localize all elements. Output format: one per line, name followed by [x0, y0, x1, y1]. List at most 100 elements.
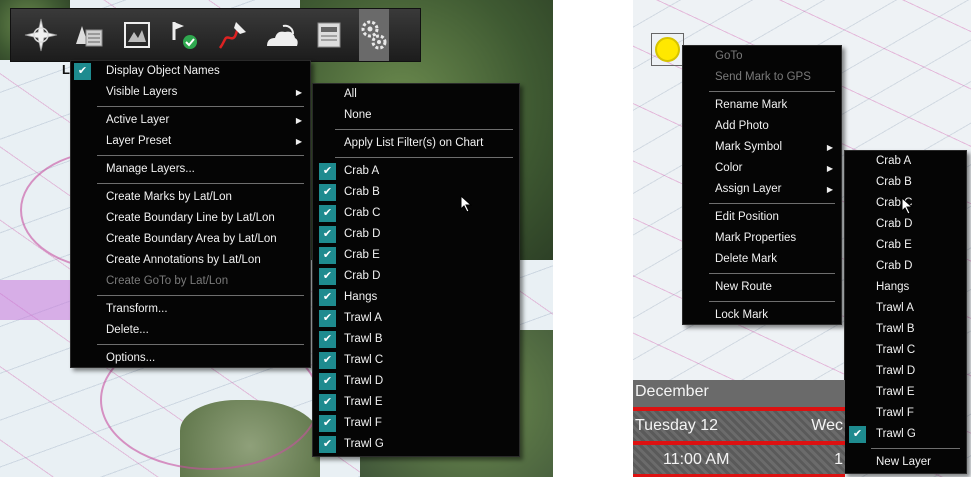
menu-item-label: Edit Position [715, 211, 779, 223]
menu-item-label: Manage Layers... [106, 163, 195, 175]
checkmark-icon: ✔ [319, 352, 336, 369]
assign-layer-item-trawl-d[interactable]: ✔Trawl D [845, 361, 966, 382]
assign-layer-item-crab-d[interactable]: ✔Crab D [845, 214, 966, 235]
layer-item-trawl-g[interactable]: ✔ Trawl G [313, 434, 519, 455]
menu-separator [97, 295, 304, 296]
menu-item-visible-layers[interactable]: ✔Visible Layers▶ [71, 82, 310, 103]
layer-item-trawl-b[interactable]: ✔ Trawl B [313, 329, 519, 350]
menu-item-label: Trawl D [344, 375, 384, 387]
submenu-arrow-icon: ▶ [826, 185, 833, 194]
layer-item-trawl-a[interactable]: ✔ Trawl A [313, 308, 519, 329]
menu-item-display-object-names[interactable]: ✔ Display Object Names [71, 61, 310, 82]
mark-menu-item-assign-layer[interactable]: ✔Assign Layer▶ [683, 179, 841, 200]
assign-layer-item-trawl-g[interactable]: ✔ Trawl G [845, 424, 966, 445]
menu-item-label: Create Boundary Line by Lat/Lon [106, 212, 275, 224]
layer-item-trawl-d[interactable]: ✔ Trawl D [313, 371, 519, 392]
layer-item-hangs[interactable]: ✔ Hangs [313, 287, 519, 308]
menu-separator [97, 183, 304, 184]
menu-separator [709, 301, 835, 302]
mark-menu-item-add-photo[interactable]: ✔Add Photo [683, 116, 841, 137]
menu-item-create-goto-by-lat-lon: ✔Create GoTo by Lat/Lon [71, 271, 310, 292]
layers-icon[interactable] [65, 12, 113, 58]
mark-menu-item-new-route[interactable]: ✔New Route [683, 277, 841, 298]
menu-item-create-annotations-by-lat-lon[interactable]: ✔Create Annotations by Lat/Lon [71, 250, 310, 271]
time-row[interactable]: 11:00 AM 1 [633, 442, 845, 477]
layer-item-trawl-f[interactable]: ✔ Trawl F [313, 413, 519, 434]
assign-layer-item-crab-a[interactable]: ✔Crab A [845, 151, 966, 172]
chart-frame-icon[interactable] [113, 12, 161, 58]
day-label: Tuesday 12 [635, 417, 719, 434]
menu-item-active-layer[interactable]: ✔Active Layer▶ [71, 110, 310, 131]
mouse-cursor-icon [460, 195, 472, 213]
menu-item-delete[interactable]: ✔Delete... [71, 320, 310, 341]
layer-item-crab-e[interactable]: ✔ Crab E [313, 245, 519, 266]
chart-view-right[interactable]: ✔GoTo✔Send Mark to GPS✔Rename Mark✔Add P… [633, 0, 971, 477]
menu-separator [709, 203, 835, 204]
mark-menu-item-mark-symbol[interactable]: ✔Mark Symbol▶ [683, 137, 841, 158]
submenu-arrow-icon: ▶ [295, 116, 302, 125]
menu-item-label: Create Marks by Lat/Lon [106, 191, 232, 203]
route-icon[interactable] [161, 12, 209, 58]
menu-item-label: Crab E [344, 249, 380, 261]
layer-item-none[interactable]: ✔None [313, 105, 519, 126]
mark-menu-item-color[interactable]: ✔Color▶ [683, 158, 841, 179]
mark-menu-item-rename-mark[interactable]: ✔Rename Mark [683, 95, 841, 116]
layer-item-crab-a[interactable]: ✔ Crab A [313, 161, 519, 182]
menu-item-layer-preset[interactable]: ✔Layer Preset▶ [71, 131, 310, 152]
checkmark-icon: ✔ [319, 163, 336, 180]
mark-menu-item-lock-mark[interactable]: ✔Lock Mark [683, 305, 841, 326]
menu-item-label: Trawl E [876, 386, 915, 398]
assign-layer-item-crab-b[interactable]: ✔Crab B [845, 172, 966, 193]
layer-item-all[interactable]: ✔All [313, 84, 519, 105]
mark-menu-item-mark-properties[interactable]: ✔Mark Properties [683, 228, 841, 249]
assign-layer-item-trawl-b[interactable]: ✔Trawl B [845, 319, 966, 340]
layer-item-trawl-c[interactable]: ✔ Trawl C [313, 350, 519, 371]
assign-layer-item-trawl-e[interactable]: ✔Trawl E [845, 382, 966, 403]
assign-layer-item-new-layer[interactable]: ✔New Layer [845, 452, 966, 473]
next-day-label: Wec [811, 417, 843, 434]
compass-rose-icon[interactable] [17, 12, 65, 58]
menu-item-label: Trawl C [344, 354, 384, 366]
weather-icon[interactable] [257, 12, 305, 58]
chart-view-left[interactable]: L ✔ Display Object Names Visible Layers … [0, 0, 553, 477]
submenu-arrow-icon: ▶ [295, 137, 302, 146]
menu-item-create-boundary-line-by-lat-lon[interactable]: ✔Create Boundary Line by Lat/Lon [71, 208, 310, 229]
layer-item-crab-b[interactable]: ✔ Crab B [313, 182, 519, 203]
mark-menu-item-delete-mark[interactable]: ✔Delete Mark [683, 249, 841, 270]
checkmark-icon: ✔ [849, 426, 866, 443]
layer-item-trawl-e[interactable]: ✔ Trawl E [313, 392, 519, 413]
menu-item-label: Mark Symbol [715, 141, 783, 153]
restricted-zone [0, 280, 70, 320]
menu-item-label: Crab D [876, 218, 913, 230]
menu-item-manage-layers[interactable]: ✔Manage Layers... [71, 159, 310, 180]
day-row[interactable]: Tuesday 12 Wec [633, 408, 845, 444]
track-icon[interactable] [209, 12, 257, 58]
layer-item-crab-d[interactable]: ✔ Crab D [313, 266, 519, 287]
assign-layer-item-crab-e[interactable]: ✔Crab E [845, 235, 966, 256]
menu-item-options[interactable]: ✔Options... [71, 348, 310, 369]
menu-item-label: Options... [106, 352, 156, 364]
assign-layer-item-trawl-f[interactable]: ✔Trawl F [845, 403, 966, 424]
next-time-label: 1 [834, 451, 843, 468]
menu-separator [335, 157, 513, 158]
menu-item-create-marks-by-lat-lon[interactable]: ✔Create Marks by Lat/Lon [71, 187, 310, 208]
settings-gears-icon[interactable] [359, 9, 389, 61]
assign-layer-item-trawl-a[interactable]: ✔Trawl A [845, 298, 966, 319]
month-row[interactable]: December [633, 380, 845, 410]
layer-item-crab-d[interactable]: ✔ Crab D [313, 224, 519, 245]
assign-layer-item-trawl-c[interactable]: ✔Trawl C [845, 340, 966, 361]
checkmark-icon: ✔ [319, 436, 336, 453]
assign-layer-item-hangs[interactable]: ✔Hangs [845, 277, 966, 298]
layer-item-apply-list-filter-s-on-chart[interactable]: ✔Apply List Filter(s) on Chart [313, 133, 519, 154]
checkmark-icon: ✔ [319, 394, 336, 411]
mark-menu-item-edit-position[interactable]: ✔Edit Position [683, 207, 841, 228]
time-label: 11:00 AM [663, 451, 730, 468]
layer-item-crab-c[interactable]: ✔ Crab C [313, 203, 519, 224]
menu-item-create-boundary-area-by-lat-lon[interactable]: ✔Create Boundary Area by Lat/Lon [71, 229, 310, 250]
assign-layer-item-crab-d[interactable]: ✔Crab D [845, 256, 966, 277]
menu-item-transform[interactable]: ✔Transform... [71, 299, 310, 320]
report-icon[interactable] [305, 12, 353, 58]
yellow-mark-icon[interactable] [655, 37, 680, 62]
mark-menu-item-goto: ✔GoTo [683, 46, 841, 67]
menu-item-label: New Layer [876, 456, 931, 468]
